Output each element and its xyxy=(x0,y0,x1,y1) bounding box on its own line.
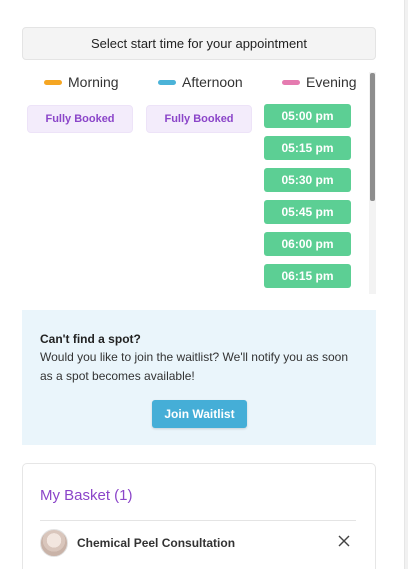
time-slot-button[interactable]: 06:15 pm xyxy=(264,264,351,288)
morning-fully-booked: Fully Booked xyxy=(27,105,133,133)
slots-scrollbar-thumb[interactable] xyxy=(370,73,375,201)
time-slot-button[interactable]: 05:30 pm xyxy=(264,168,351,192)
basket-divider xyxy=(40,520,356,521)
morning-legend-dash xyxy=(44,79,62,85)
column-header-morning: Morning xyxy=(44,74,119,90)
basket-item-name: Chemical Peel Consultation xyxy=(77,536,236,550)
close-icon[interactable] xyxy=(336,533,352,549)
time-slot-columns: Morning Afternoon Evening Fully Booked F… xyxy=(22,70,376,294)
waitlist-title: Can't find a spot? xyxy=(40,332,141,346)
time-slot-button[interactable]: 05:45 pm xyxy=(264,200,351,224)
time-slot-button[interactable]: 05:00 pm xyxy=(264,104,351,128)
waitlist-message: Would you like to join the waitlist? We'… xyxy=(40,350,349,383)
join-waitlist-button[interactable]: Join Waitlist xyxy=(152,400,247,428)
basket-item: Chemical Peel Consultation xyxy=(40,527,356,559)
time-slot-button[interactable]: 06:00 pm xyxy=(264,232,351,256)
page-title: Select start time for your appointment xyxy=(22,27,376,60)
column-header-afternoon: Afternoon xyxy=(158,74,243,90)
time-slot-button[interactable]: 05:15 pm xyxy=(264,136,351,160)
basket-title: My Basket (1) xyxy=(40,487,133,504)
column-label: Morning xyxy=(68,74,119,90)
page-scrollbar[interactable] xyxy=(404,0,408,569)
column-header-evening: Evening xyxy=(282,74,357,90)
afternoon-fully-booked: Fully Booked xyxy=(146,105,252,133)
service-avatar xyxy=(40,529,68,557)
afternoon-legend-dash xyxy=(158,79,176,85)
waitlist-panel: Can't find a spot? Would you like to joi… xyxy=(22,310,376,445)
column-label: Afternoon xyxy=(182,74,243,90)
column-label: Evening xyxy=(306,74,357,90)
evening-legend-dash xyxy=(282,79,300,85)
basket-panel: My Basket (1) Chemical Peel Consultation xyxy=(22,463,376,569)
